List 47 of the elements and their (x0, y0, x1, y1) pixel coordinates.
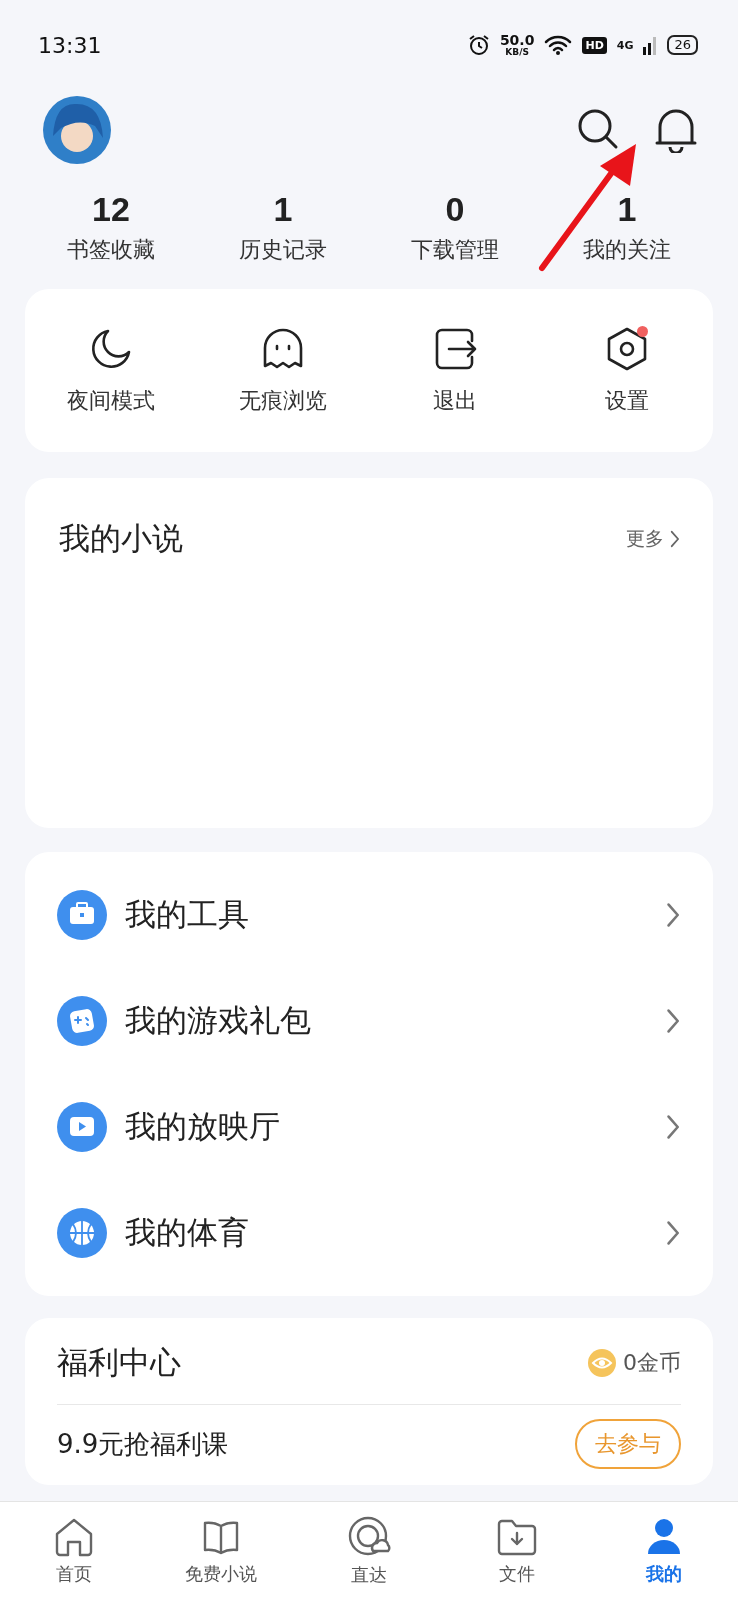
chevron-icon (666, 1114, 679, 1140)
section-title: 我的小说 (59, 519, 183, 558)
basketball-icon (57, 1208, 107, 1258)
task-title: 9.9元抢福利课 (57, 1427, 229, 1461)
menu-item-label[interactable]: 我的体育 (125, 1212, 648, 1254)
coin-balance[interactable]: 0金币 (587, 1348, 681, 1378)
section-title: 福利中心 (57, 1343, 181, 1382)
nav-tab[interactable]: 首页 (0, 1502, 148, 1600)
action-label[interactable]: 退出 (433, 385, 477, 416)
coin-count: 0金币 (623, 1349, 681, 1377)
stat-count[interactable]: 1 (617, 190, 637, 229)
coin-icon (587, 1348, 617, 1378)
signal-icon (643, 35, 658, 55)
wifi-icon (544, 35, 573, 55)
chevron-icon (666, 1008, 679, 1034)
battery-level: 26 (667, 35, 698, 55)
action-label[interactable]: 无痕浏览 (239, 385, 327, 416)
stat-count[interactable]: 12 (92, 190, 130, 229)
menu-item-label[interactable]: 我的游戏礼包 (125, 1000, 648, 1042)
stat-label[interactable]: 下载管理 (411, 235, 499, 265)
gamepad-icon (57, 996, 107, 1046)
stat-label[interactable]: 历史记录 (239, 235, 327, 265)
stat-count[interactable]: 0 (445, 190, 465, 229)
clock-time: 13:31 (38, 32, 102, 58)
nav-tab[interactable]: 文件 (442, 1502, 591, 1600)
hd-badge: HD (582, 36, 607, 54)
nav-tab[interactable]: 我的 (590, 1502, 738, 1600)
chevron-icon (670, 530, 679, 548)
action-label[interactable]: 设置 (605, 385, 649, 416)
play-icon (57, 1102, 107, 1152)
chevron-icon (666, 902, 679, 928)
action-label[interactable]: 夜间模式 (67, 385, 155, 416)
search-icon[interactable] (576, 107, 620, 151)
alarm-icon (467, 34, 490, 56)
network-type: 4G (616, 38, 634, 52)
menu-item-label[interactable]: 我的放映厅 (125, 1106, 648, 1148)
stat-count[interactable]: 1 (273, 190, 293, 229)
nav-tab[interactable]: 免费小说 (147, 1502, 296, 1600)
nav-tab[interactable]: 直达 (295, 1502, 443, 1600)
toolbox-icon (57, 890, 107, 940)
chevron-icon (666, 1220, 679, 1246)
more-link[interactable]: 更多 (626, 526, 679, 552)
bell-icon[interactable] (654, 107, 698, 153)
stat-label[interactable]: 我的关注 (583, 235, 671, 265)
stat-label[interactable]: 书签收藏 (67, 235, 155, 265)
network-speed: 50.0 KB/S (499, 33, 535, 57)
menu-item-label[interactable]: 我的工具 (125, 894, 648, 936)
